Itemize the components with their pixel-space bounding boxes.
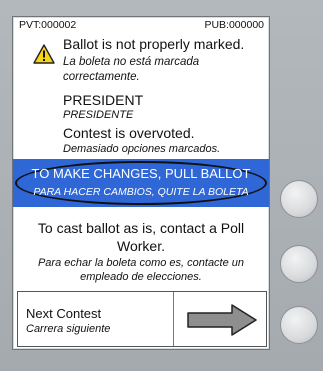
banner-text: TO MAKE CHANGES, PULL BALLOT — [31, 166, 251, 181]
next-contest-button[interactable]: Next Contest Carrera siguiente — [17, 291, 267, 347]
side-button-2[interactable] — [280, 245, 318, 283]
next-contest-label: Next Contest — [26, 306, 102, 321]
divider — [173, 292, 174, 346]
contest-status: Contest is overvoted. — [63, 125, 195, 141]
warning-icon — [33, 44, 55, 64]
right-arrow-icon — [187, 304, 257, 336]
next-contest-label-spanish: Carrera siguiente — [26, 323, 111, 335]
contest-name: PRESIDENT — [63, 92, 144, 108]
cast-instruction-spanish: Para echar la boleta como es, contacte u… — [37, 257, 245, 283]
cast-instruction: To cast ballot as is, contact a Poll Wor… — [37, 220, 245, 254]
side-button-3[interactable] — [280, 306, 318, 344]
warning-title-spanish: La boleta no está marcada correctamente. — [63, 56, 200, 83]
public-counter: PUB:000000 — [204, 19, 264, 31]
warning-title: Ballot is not properly marked. — [63, 36, 245, 52]
private-counter: PVT:000002 — [19, 19, 77, 31]
side-button-1[interactable] — [280, 180, 318, 218]
pull-ballot-banner: TO MAKE CHANGES, PULL BALLOT PARA HACER … — [13, 159, 269, 207]
banner-text-spanish: PARA HACER CAMBIOS, QUITE LA BOLETA — [33, 186, 249, 198]
contest-name-spanish: PRESIDENTE — [63, 109, 134, 121]
ballot-screen: PVT:000002 PUB:000000 Ballot is not prop… — [12, 16, 270, 350]
contest-status-spanish: Demasiado opciones marcados. — [63, 143, 221, 155]
